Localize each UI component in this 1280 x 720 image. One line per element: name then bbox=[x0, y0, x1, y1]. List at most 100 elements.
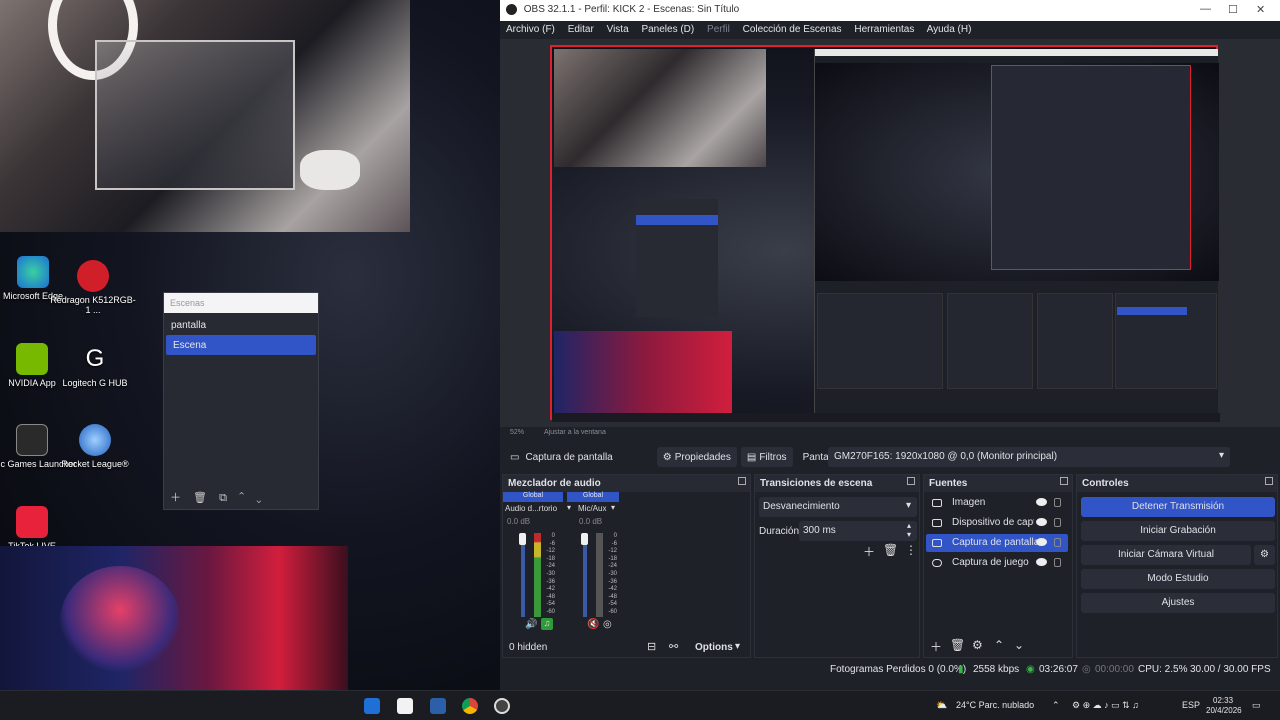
zoom-fit[interactable]: Ajustar a la ventana bbox=[544, 429, 606, 436]
minimize-button[interactable]: — bbox=[1200, 3, 1211, 15]
stop-stream-button[interactable]: Detener Transmisión bbox=[1081, 497, 1275, 517]
scene-item-pantalla[interactable]: pantalla bbox=[164, 315, 318, 335]
gear-icon[interactable]: ⚙ bbox=[972, 638, 983, 652]
undock-icon[interactable] bbox=[907, 477, 915, 485]
virtual-camera-settings-button[interactable]: ⚙ bbox=[1254, 545, 1275, 565]
scene-item-escena[interactable]: Escena bbox=[166, 335, 316, 355]
headphones-icon[interactable]: ◎ bbox=[603, 619, 612, 630]
monitor-headphones-icon[interactable]: ♫ bbox=[541, 618, 553, 630]
filters-button[interactable]: ▤ Filtros bbox=[740, 447, 793, 467]
mixer-options-button[interactable]: Options bbox=[695, 642, 733, 653]
move-up-icon[interactable]: ⌃ bbox=[994, 638, 1004, 652]
spin-arrows-icon[interactable]: ▴ ▾ bbox=[907, 521, 911, 539]
menu-vista[interactable]: Vista bbox=[607, 24, 629, 35]
obs-taskbar-icon[interactable] bbox=[494, 698, 510, 714]
desktop-icon-rocket-league[interactable]: Rocket League® bbox=[50, 424, 140, 469]
maximize-button[interactable]: ☐ bbox=[1228, 3, 1238, 16]
menu-herramientas[interactable]: Herramientas bbox=[854, 24, 914, 35]
lock-icon[interactable] bbox=[1054, 538, 1061, 547]
notification-icon[interactable]: ▭ bbox=[1252, 700, 1261, 711]
properties-button[interactable]: ⚙ Propiedades bbox=[656, 447, 737, 467]
menu-paneles[interactable]: Paneles (D) bbox=[641, 24, 694, 35]
weather-icon: ⛅ bbox=[936, 700, 948, 710]
mixer-tab-global-2[interactable]: Global bbox=[567, 492, 619, 502]
scenes-panel-toolbar[interactable]: ＋ 🗑 ⧉ ⌃ ⌄ bbox=[170, 489, 261, 505]
mute-icon[interactable]: 🔇 bbox=[587, 619, 599, 630]
fps: 30.00 / 30.00 FPS bbox=[1190, 664, 1271, 675]
source-item-dispositivo[interactable]: Dispositivo de captura bbox=[926, 514, 1068, 532]
channel-1-fader-knob[interactable] bbox=[519, 533, 526, 545]
channel-1-fader[interactable] bbox=[521, 533, 525, 617]
eye-icon[interactable] bbox=[1036, 518, 1047, 526]
add-icon[interactable]: ＋ bbox=[863, 543, 875, 560]
chevron-down-icon[interactable]: ▾ bbox=[735, 641, 740, 652]
channel-2-fader-knob[interactable] bbox=[581, 533, 588, 545]
link-icon[interactable]: ⚯ bbox=[669, 640, 678, 653]
undock-icon[interactable] bbox=[1060, 477, 1068, 485]
display-select[interactable]: GM270F165: 1920x1080 @ 0,0 (Monitor prin… bbox=[828, 447, 1230, 467]
channel-1-scale: 0 -6 -12 -18 -24 -30 -36 -42 -48 -54 -60 bbox=[546, 533, 555, 615]
selected-source-bounds[interactable] bbox=[550, 45, 1220, 422]
language-indicator[interactable]: ESP bbox=[1182, 700, 1200, 710]
source-item-captura-juego[interactable]: Captura de juego bbox=[926, 554, 1068, 572]
undock-icon[interactable] bbox=[738, 477, 746, 485]
lock-icon[interactable] bbox=[1054, 558, 1061, 567]
mail-icon[interactable] bbox=[364, 698, 380, 714]
more-icon[interactable]: ⋮ bbox=[905, 543, 917, 557]
menu-ayuda[interactable]: Ayuda (H) bbox=[927, 24, 972, 35]
window-title: OBS 32.1.1 - Perfil: KICK 2 - Escenas: S… bbox=[523, 4, 740, 16]
calendar-icon[interactable] bbox=[430, 698, 446, 714]
add-source-icon[interactable]: ＋ bbox=[930, 638, 942, 655]
preview-taskbar bbox=[552, 413, 1220, 422]
layout-icon[interactable]: ⊟ bbox=[647, 640, 656, 653]
channel-2-fader[interactable] bbox=[583, 533, 587, 617]
source-item-captura-pantalla[interactable]: Captura de pantalla bbox=[926, 534, 1068, 552]
preview-artwork bbox=[554, 331, 732, 415]
desktop-icon-logitech[interactable]: G Logitech G HUB bbox=[50, 343, 140, 388]
filters-label: Filtros bbox=[759, 451, 787, 463]
desktop-icon-tiktok[interactable]: TikTok LIVE bbox=[0, 506, 77, 551]
source-item-imagen[interactable]: Imagen bbox=[926, 494, 1068, 512]
menu-archivo[interactable]: Archivo (F) bbox=[506, 24, 555, 35]
transition-type-select[interactable]: Desvanecimiento ▾ bbox=[759, 497, 917, 517]
tray-icons[interactable]: ⚙ ⊕ ☁ ♪ ▭ ⇅ ♫ bbox=[1072, 700, 1139, 711]
weather-text[interactable]: 24°C Parc. nublado bbox=[956, 700, 1034, 710]
clock-date[interactable]: 20/4/2026 bbox=[1206, 706, 1242, 715]
clock-time[interactable]: 02:33 bbox=[1213, 696, 1233, 705]
preview-area[interactable] bbox=[500, 39, 1280, 427]
start-recording-button[interactable]: Iniciar Grabación bbox=[1081, 521, 1275, 541]
settings-button[interactable]: Ajustes bbox=[1081, 593, 1275, 613]
eye-icon[interactable] bbox=[1036, 538, 1047, 546]
trash-icon[interactable]: 🗑 bbox=[950, 638, 965, 652]
lock-icon[interactable] bbox=[1054, 518, 1061, 527]
zoom-level[interactable]: 52% bbox=[510, 429, 524, 436]
eye-icon[interactable] bbox=[1036, 498, 1047, 506]
preview-canvas[interactable] bbox=[550, 45, 1220, 459]
eye-icon[interactable] bbox=[1036, 558, 1047, 566]
duration-spinbox[interactable]: 300 ms ▴ ▾ bbox=[799, 521, 917, 541]
trash-icon[interactable]: 🗑 bbox=[883, 543, 898, 557]
virtual-camera-button[interactable]: Iniciar Cámara Virtual bbox=[1081, 545, 1251, 565]
move-down-icon[interactable]: ⌄ bbox=[1014, 638, 1024, 652]
undock-icon[interactable] bbox=[1265, 477, 1273, 485]
studio-mode-button[interactable]: Modo Estudio bbox=[1081, 569, 1275, 589]
menu-perfil[interactable]: Perfil bbox=[707, 24, 730, 35]
properties-label: Propiedades bbox=[674, 451, 731, 463]
lock-icon[interactable] bbox=[1054, 498, 1061, 507]
monitor-icon bbox=[932, 539, 942, 547]
chevron-down-icon[interactable]: ▾ bbox=[611, 503, 615, 512]
chevron-down-icon[interactable]: ▾ bbox=[567, 503, 571, 512]
status-bar: Fotogramas Perdidos 0 (0.0%) ▮ 2558 kbps… bbox=[500, 660, 1280, 680]
mixer-tab-global-1[interactable]: Global bbox=[503, 492, 563, 502]
display-select-value: GM270F165: 1920x1080 @ 0,0 (Monitor prin… bbox=[834, 451, 1058, 462]
speaker-icon[interactable]: 🔊 bbox=[525, 619, 537, 630]
camera-icon bbox=[932, 519, 942, 527]
tray-chevron-icon[interactable]: ⌃ bbox=[1052, 700, 1060, 711]
chrome-icon[interactable] bbox=[462, 698, 478, 714]
menu-coleccion[interactable]: Colección de Escenas bbox=[743, 24, 842, 35]
menu-editar[interactable]: Editar bbox=[568, 24, 594, 35]
sources-dock: Fuentes Imagen Dispositivo de captura Ca… bbox=[923, 474, 1073, 658]
desktop-icon-redragon[interactable]: Redragon K512RGB-1 ... bbox=[48, 260, 138, 315]
close-button[interactable]: ✕ bbox=[1256, 3, 1265, 16]
store-icon[interactable] bbox=[397, 698, 413, 714]
